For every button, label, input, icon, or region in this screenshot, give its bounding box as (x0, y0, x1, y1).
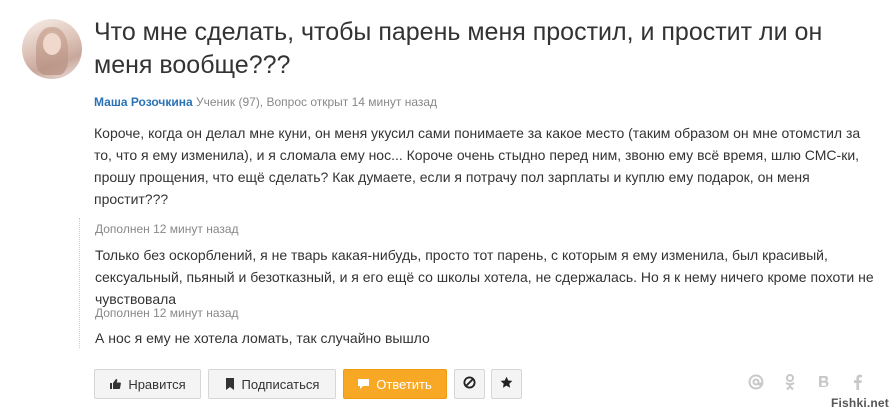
block-icon (463, 376, 476, 392)
author-link[interactable]: Маша Розочкина (94, 95, 193, 109)
thumbs-up-icon (109, 378, 122, 390)
facebook-icon[interactable] (853, 374, 862, 395)
answer-label: Ответить (376, 376, 432, 392)
favorite-button[interactable] (491, 369, 522, 399)
watermark: Fishki.net (830, 396, 889, 410)
vk-icon[interactable] (817, 374, 831, 394)
addition-text: Только без оскорблений, я не тварь какая… (95, 247, 874, 307)
avatar[interactable] (22, 19, 82, 79)
addition-header: Дополнен 12 минут назад (95, 222, 239, 236)
question-meta: Маша Розочкина Ученик (97), Вопрос откры… (94, 95, 437, 109)
comment-icon (358, 378, 370, 390)
subscribe-button[interactable]: Подписаться (208, 369, 336, 399)
addition-block: Дополнен 12 минут назад Только без оскор… (95, 221, 885, 310)
like-button[interactable]: Нравится (94, 369, 201, 399)
at-icon[interactable] (748, 374, 764, 395)
question-title: Что мне сделать, чтобы парень меня прост… (94, 18, 823, 79)
author-meta-text: Ученик (97), Вопрос открыт 14 минут наза… (192, 95, 438, 109)
block-button[interactable] (454, 369, 485, 399)
subscribe-label: Подписаться (241, 376, 320, 392)
star-icon (500, 376, 513, 392)
addition-header: Дополнен 12 минут назад (95, 306, 239, 320)
like-label: Нравится (128, 376, 186, 392)
question-additions: Дополнен 12 минут назад Только без оскор… (79, 218, 880, 348)
bookmark-icon (225, 378, 235, 390)
question-body: Короче, когда он делал мне куни, он меня… (94, 125, 861, 207)
odnoklassniki-icon[interactable] (784, 374, 796, 396)
answer-button[interactable]: Ответить (343, 369, 447, 399)
avatar-face (43, 33, 61, 55)
addition-block: Дополнен 12 минут назад А нос я ему не х… (95, 305, 885, 349)
addition-text: А нос я ему не хотела ломать, так случай… (95, 330, 430, 346)
